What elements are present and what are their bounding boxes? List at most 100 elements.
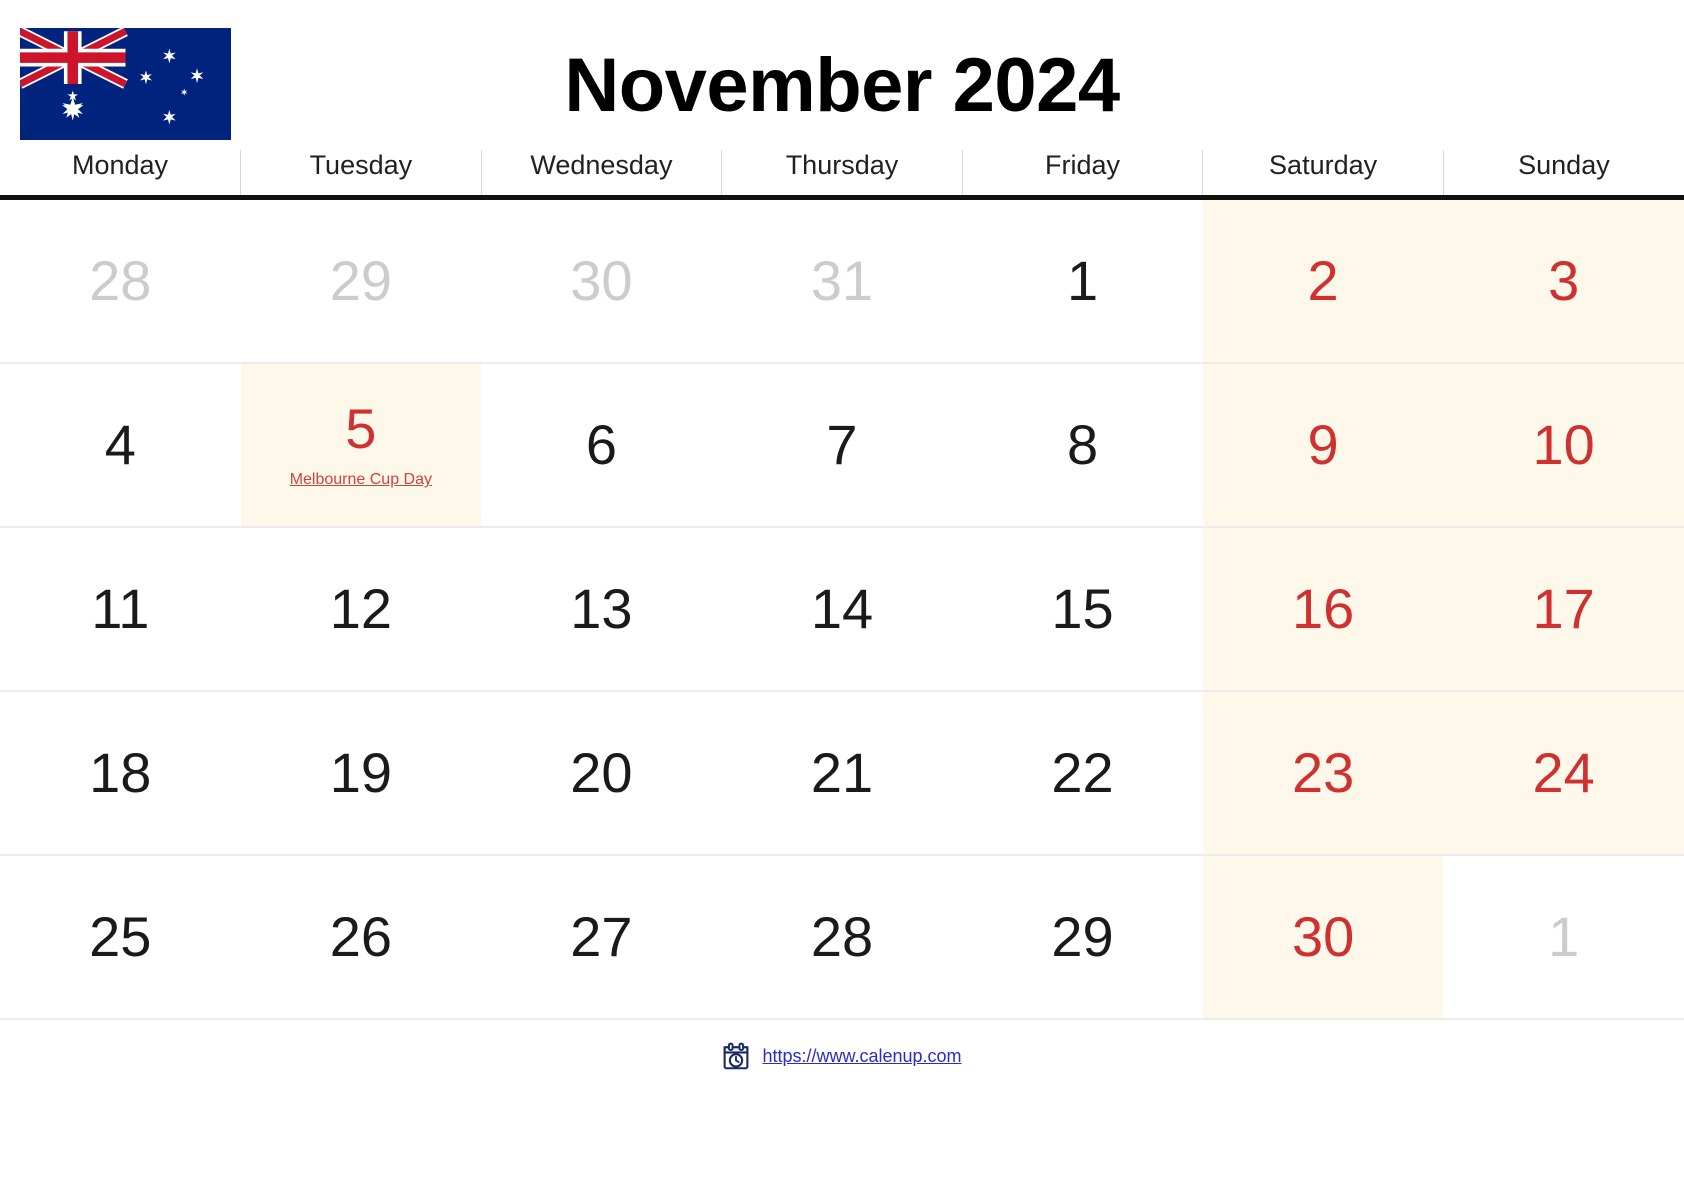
day-number: 4 <box>104 413 136 476</box>
day-cell-content: 2 <box>1203 200 1444 362</box>
day-number: 21 <box>810 741 874 804</box>
calendar-day-cell[interactable]: 20 <box>481 691 722 856</box>
day-number: 18 <box>89 741 152 804</box>
day-number: 29 <box>329 249 392 312</box>
calendar-day-cell[interactable]: 6 <box>481 363 722 528</box>
day-number: 6 <box>585 413 617 476</box>
day-cell-content: 26 <box>241 856 482 1018</box>
day-number: 11 <box>91 577 150 640</box>
calendar-day-cell[interactable]: 10 <box>1443 363 1684 528</box>
day-cell-content: 11 <box>0 528 241 690</box>
calendar-day-cell[interactable]: 16 <box>1202 527 1444 692</box>
day-cell-content: 9 <box>1203 364 1444 526</box>
calendar-day-cell[interactable]: 2 <box>1202 197 1444 364</box>
day-number: 9 <box>1307 413 1339 476</box>
calendar-day-cell[interactable]: 22 <box>962 691 1203 856</box>
day-number: 12 <box>329 577 392 640</box>
calendar-day-cell[interactable]: 1 <box>1443 855 1684 1020</box>
day-number: 14 <box>810 577 874 640</box>
calendar-day-cell[interactable]: 26 <box>240 855 482 1020</box>
calendar-day-cell[interactable]: 29 <box>240 197 482 364</box>
calendar-day-cell[interactable]: 31 <box>721 197 963 364</box>
calendar-day-cell[interactable]: 21 <box>721 691 963 856</box>
day-number: 3 <box>1548 249 1580 312</box>
calendar-day-cell[interactable]: 11 <box>0 527 241 692</box>
calendar-day-cell[interactable]: 24 <box>1443 691 1684 856</box>
day-cell-content: 27 <box>481 856 722 1018</box>
day-cell-content: 18 <box>0 692 241 854</box>
day-cell-content: 8 <box>962 364 1203 526</box>
day-number: 22 <box>1051 741 1114 804</box>
calendar-day-cell[interactable]: 3 <box>1443 197 1684 364</box>
day-number: 30 <box>1291 905 1355 968</box>
calendar-day-cell[interactable]: 7 <box>721 363 963 528</box>
weekday-header-friday: Friday <box>962 150 1204 200</box>
day-number: 25 <box>89 905 152 968</box>
calendar-week-row: 28 29 30 31 1 2 3 <box>0 197 1684 364</box>
calendar-day-cell[interactable]: 13 <box>481 527 722 692</box>
calenup-website-link[interactable]: https://www.calenup.com <box>762 1046 961 1067</box>
calendar-day-cell[interactable]: 19 <box>240 691 482 856</box>
day-cell-content: 7 <box>722 364 963 526</box>
day-cell-content: 15 <box>962 528 1203 690</box>
day-cell-content: 13 <box>481 528 722 690</box>
day-number: 28 <box>89 249 152 312</box>
day-number: 5 <box>345 397 377 461</box>
day-number: 19 <box>329 741 392 804</box>
weekday-header-tuesday: Tuesday <box>240 150 482 200</box>
day-cell-content: 4 <box>0 364 241 526</box>
day-number: 29 <box>1051 905 1114 968</box>
day-number: 8 <box>1066 413 1099 476</box>
footer: https://www.calenup.com <box>0 1042 1684 1070</box>
day-cell-content: 29 <box>241 200 482 362</box>
day-cell-content: 19 <box>241 692 482 854</box>
day-number: 1 <box>1548 905 1580 968</box>
calendar-week-row: 25 26 27 28 29 30 1 <box>0 855 1684 1020</box>
day-cell-content: 16 <box>1203 528 1444 690</box>
calendar-day-cell[interactable]: 28 <box>721 855 963 1020</box>
day-cell-content: 14 <box>722 528 963 690</box>
calendar-day-cell[interactable]: 29 <box>962 855 1203 1020</box>
calendar-day-cell[interactable]: 23 <box>1202 691 1444 856</box>
calendar-day-cell[interactable]: 12 <box>240 527 482 692</box>
calendar-day-cell[interactable]: 8 <box>962 363 1203 528</box>
day-number: 16 <box>1291 577 1355 640</box>
calendar-day-cell[interactable]: 18 <box>0 691 241 856</box>
day-number: 13 <box>570 577 633 640</box>
calendar-day-cell[interactable]: 14 <box>721 527 963 692</box>
day-number: 2 <box>1307 249 1339 312</box>
calendar-day-cell[interactable]: 28 <box>0 197 241 364</box>
calendar-clock-icon <box>722 1042 750 1070</box>
day-number: 30 <box>570 249 633 312</box>
calendar-week-row: 4 5 Melbourne Cup Day 6 7 8 9 10 <box>0 363 1684 528</box>
calendar-day-cell[interactable]: 30 <box>481 197 722 364</box>
calendar-day-cell[interactable]: 9 <box>1202 363 1444 528</box>
day-cell-content: 17 <box>1443 528 1684 690</box>
weekday-header-thursday: Thursday <box>721 150 963 200</box>
day-cell-content: 12 <box>241 528 482 690</box>
day-cell-content: 30 <box>1203 856 1444 1018</box>
day-cell-content: 25 <box>0 856 241 1018</box>
calendar-day-cell[interactable]: 4 <box>0 363 241 528</box>
page-title: November 2024 <box>564 43 1120 128</box>
calendar-day-cell[interactable]: 5 Melbourne Cup Day <box>240 363 482 528</box>
calendar-day-cell[interactable]: 30 <box>1202 855 1444 1020</box>
day-number: 15 <box>1051 577 1114 640</box>
day-cell-content: 1 <box>962 200 1203 362</box>
calendar-day-cell[interactable]: 15 <box>962 527 1203 692</box>
day-cell-content: 3 <box>1443 200 1684 362</box>
day-cell-content: 5 Melbourne Cup Day <box>241 364 482 526</box>
day-cell-content: 23 <box>1203 692 1444 854</box>
page-header: November 2024 <box>0 0 1684 150</box>
calendar-day-cell[interactable]: 27 <box>481 855 722 1020</box>
day-number: 23 <box>1291 741 1355 804</box>
calendar-day-cell[interactable]: 17 <box>1443 527 1684 692</box>
calendar-body: 28 29 30 31 1 2 3 4 5 Melbourne Cup Day 6 7 8 9 10 11 12… <box>0 197 1684 1020</box>
weekday-header-sunday: Sunday <box>1443 150 1684 200</box>
day-cell-content: 20 <box>481 692 722 854</box>
day-cell-content: 28 <box>722 856 963 1018</box>
day-number: 28 <box>810 905 874 968</box>
calendar-day-cell[interactable]: 1 <box>962 197 1203 364</box>
calendar-day-cell[interactable]: 25 <box>0 855 241 1020</box>
day-number: 7 <box>826 413 858 476</box>
